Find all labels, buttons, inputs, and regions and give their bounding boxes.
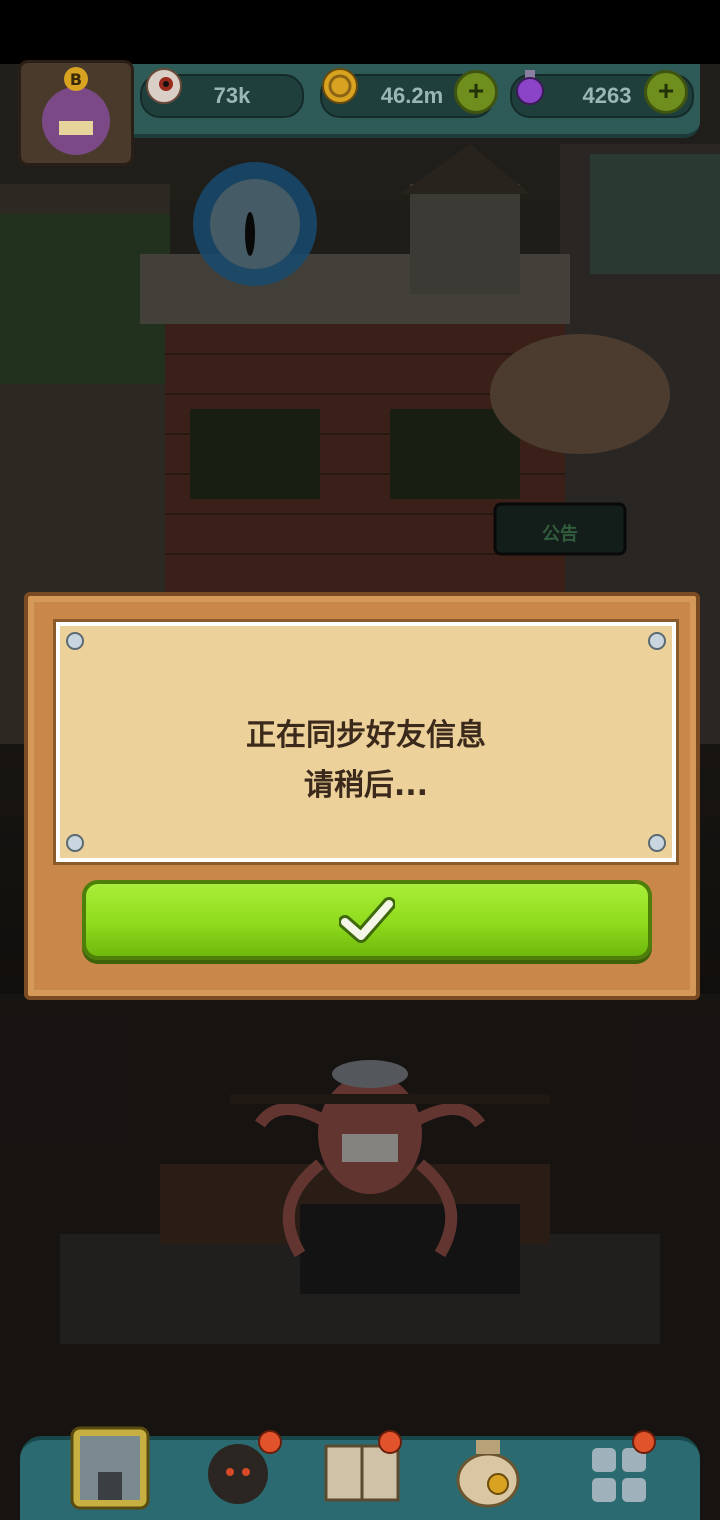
screw-icon [66,834,84,852]
checkmark-icon [338,896,396,944]
screw-icon [66,632,84,650]
stone-hut [410,184,520,294]
add-potions-button[interactable]: + [644,70,688,114]
avatar-badge-letter: B [70,70,82,89]
eyes-value: 73k [213,83,251,108]
nav-monsters-button[interactable] [196,1422,282,1512]
money-bag-icon [456,1440,520,1508]
notification-badge [258,1430,282,1454]
resource-hud: 73k 46.2m + 4263 + [110,64,700,138]
eyeball-icon [144,66,184,106]
status-bar [0,0,720,64]
nav-money-bag-button[interactable] [446,1422,530,1512]
hut-roof [400,144,530,194]
notification-badge [632,1430,656,1454]
dialog-message-line1: 正在同步好友信息 [246,718,486,753]
screw-icon [648,834,666,852]
avatar-monster-icon: B [42,67,110,155]
bottom-nav-bar [20,1426,700,1520]
coin-icon [320,66,360,106]
player-avatar[interactable]: B [18,60,134,166]
notice-board-label: 公告 [542,523,578,545]
nav-recipe-book-button[interactable] [320,1422,404,1512]
right-awning [590,154,720,274]
screw-icon [648,632,666,650]
nav-building-button[interactable] [68,1422,152,1512]
airship [490,334,670,454]
notification-badge [378,1430,402,1454]
tower-window-right [390,409,520,499]
add-coins-button[interactable]: + [454,70,498,114]
potion-icon [510,66,550,106]
dialog-message-panel: 正在同步好友信息 请稍后... [56,622,676,862]
dialog-message-line2: 请稍后... [303,768,429,803]
sync-dialog: 正在同步好友信息 请稍后... [24,592,700,1000]
confirm-button[interactable] [82,880,652,960]
tower-window-left [190,409,320,499]
game-screen: 公告 73k 46.2m + 4263 + B 正在同步好友信息 请稍后... [0,0,720,1520]
kitchen-shelf [230,1094,550,1104]
eye-portal-inner [210,179,300,269]
eye-pupil [245,212,255,256]
stove [300,1204,520,1294]
nav-menu-grid-button[interactable] [578,1422,662,1512]
coins-value: 46.2m [380,83,444,108]
building-icon [70,1426,150,1510]
